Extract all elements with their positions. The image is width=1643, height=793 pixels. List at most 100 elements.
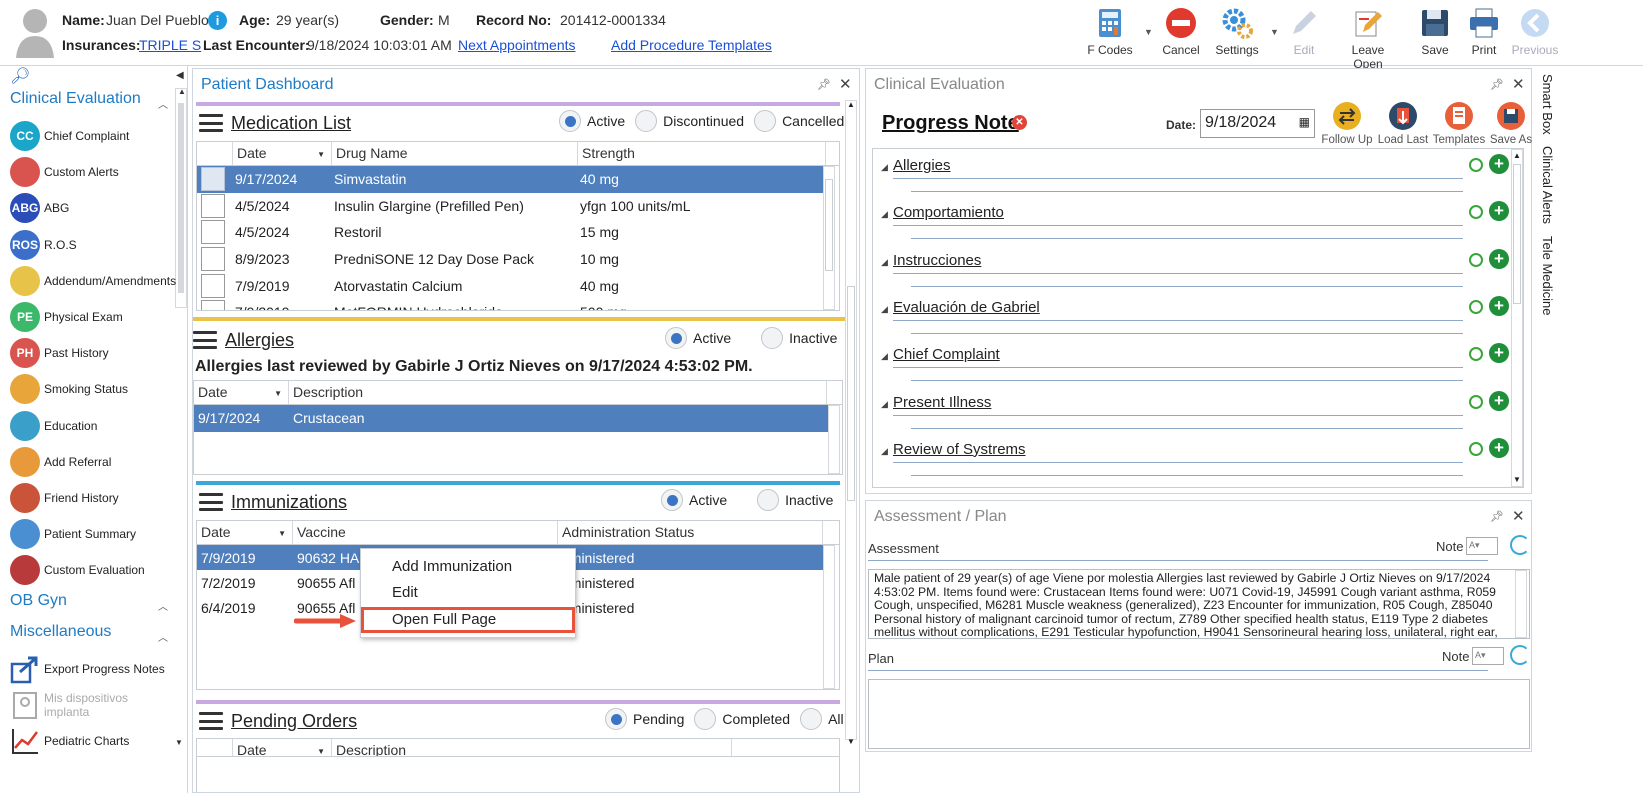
sidebar-item-patient-summary[interactable]: Patient Summary <box>10 516 175 552</box>
col-description[interactable]: Description <box>332 739 732 756</box>
radio-active[interactable] <box>661 489 683 511</box>
save-as-button[interactable]: Save As <box>1482 101 1540 146</box>
assessment-scrollbar[interactable] <box>1515 570 1527 638</box>
immunizations-scrollbar[interactable] <box>823 545 835 689</box>
radio-pending[interactable] <box>605 708 627 730</box>
chevron-up-icon[interactable]: ︿ <box>158 96 168 111</box>
col-date[interactable]: Date ▼ <box>197 521 293 544</box>
alarm-clock-icon[interactable] <box>1469 252 1483 267</box>
pending-orders-title[interactable]: Pending Orders <box>231 711 357 732</box>
allergies-title[interactable]: Allergies <box>225 330 294 351</box>
radio-completed[interactable] <box>694 708 717 730</box>
clinical-section-title[interactable]: Allergies <box>893 157 951 174</box>
table-row[interactable]: 7/9/2019MetFORMIN Hydrochloride500 mg <box>197 299 823 310</box>
alarm-clock-icon[interactable] <box>1469 441 1483 456</box>
menu-item-add-immunization[interactable]: Add Immunization <box>361 555 575 579</box>
row-checkbox[interactable] <box>201 193 225 218</box>
add-icon[interactable]: + <box>1489 154 1509 174</box>
radio-discontinued[interactable] <box>635 110 658 132</box>
row-checkbox[interactable] <box>201 247 225 272</box>
menu-item-edit[interactable]: Edit <box>361 581 575 605</box>
add-icon[interactable]: + <box>1489 437 1509 458</box>
menu-icon[interactable] <box>199 114 223 132</box>
alarm-clock-icon[interactable] <box>1469 347 1483 362</box>
immunizations-title[interactable]: Immunizations <box>231 492 347 513</box>
settings-button[interactable]: Settings <box>1205 4 1269 62</box>
close-icon[interactable]: ✕ <box>839 75 852 93</box>
clinical-section-title[interactable]: Comportamiento <box>893 204 1004 221</box>
alarm-clock-icon[interactable] <box>1469 158 1483 172</box>
clinical-section-title[interactable]: Evaluación de Gabriel <box>893 299 1040 316</box>
fcodes-button[interactable]: F Codes <box>1078 4 1142 62</box>
scroll-up-icon[interactable]: ▲ <box>178 87 186 96</box>
follow-up-button[interactable]: Follow Up <box>1318 101 1376 146</box>
scroll-up-icon[interactable]: ▲ <box>1513 151 1521 160</box>
collapse-triangle-icon[interactable]: ◢ <box>881 351 888 362</box>
date-field[interactable]: 9/18/2024 ▦ <box>1200 109 1315 138</box>
next-appointments-link[interactable]: Next Appointments <box>458 37 576 53</box>
col-description[interactable]: Description <box>289 381 827 404</box>
pin-icon[interactable]: 📌︎ <box>1490 510 1504 523</box>
col-administration-status[interactable]: Administration Status <box>558 521 823 544</box>
tab-smart-box[interactable]: Smart Box <box>1540 74 1555 135</box>
menu-icon[interactable] <box>193 331 217 349</box>
load-last-button[interactable]: Load Last <box>1374 101 1432 146</box>
clinical-section-title[interactable]: Chief Complaint <box>893 346 1000 363</box>
clinical-section-title[interactable]: Instrucciones <box>893 252 981 269</box>
sidebar-item-custom-alerts[interactable]: Custom Alerts <box>10 154 175 190</box>
medication-scrollbar[interactable] <box>823 166 835 310</box>
alarm-clock-icon[interactable] <box>1469 205 1483 220</box>
col-strength[interactable]: Strength <box>578 142 826 165</box>
refresh-icon[interactable] <box>1510 645 1530 665</box>
alarm-clock-icon[interactable] <box>1469 299 1483 314</box>
add-icon[interactable]: + <box>1489 295 1509 316</box>
collapse-triangle-icon[interactable]: ◢ <box>881 446 888 457</box>
templates-button[interactable]: Templates <box>1430 101 1488 146</box>
table-row[interactable]: 8/9/2023 PredniSONE 12 Day Dose Pack 10 mg <box>197 246 823 273</box>
scroll-down-icon[interactable]: ▼ <box>847 737 855 746</box>
sidebar-item-pediatric-charts[interactable]: Pediatric Charts <box>10 723 175 759</box>
sidebar-item-abg[interactable]: ABG ABG <box>10 190 175 226</box>
section-clinical-evaluation[interactable]: Clinical Evaluation <box>10 90 141 108</box>
radio-cancelled[interactable] <box>754 110 777 132</box>
scroll-up-icon[interactable]: ▲ <box>847 100 855 109</box>
leave-open-button[interactable]: Leave Open <box>1336 4 1400 71</box>
assessment-textarea[interactable]: Male patient of 29 year(s) of age Viene … <box>868 569 1530 639</box>
col-date[interactable]: Date ▼ <box>194 381 289 404</box>
table-row[interactable]: 4/5/2024 Insulin Glargine (Prefilled Pen)… <box>197 193 823 220</box>
sidebar-item-custom-evaluation[interactable]: Custom Evaluation <box>10 552 175 588</box>
chevron-up-icon[interactable]: ︿ <box>158 598 168 613</box>
radio-active[interactable] <box>559 110 581 132</box>
calendar-icon[interactable]: ▦ <box>1299 115 1310 129</box>
sidebar-item-smoking-status[interactable]: Smoking Status <box>10 371 175 407</box>
medication-list-title[interactable]: Medication List <box>231 113 351 134</box>
scroll-down-icon[interactable]: ▼ <box>175 738 183 747</box>
section-ob-gyn[interactable]: OB Gyn <box>10 592 67 610</box>
menu-icon[interactable] <box>199 712 223 730</box>
col-date[interactable]: Date ▼ <box>233 739 332 756</box>
table-row[interactable]: 9/17/2024 Crustacean <box>194 405 828 432</box>
radio-active[interactable] <box>665 327 687 349</box>
collapse-triangle-icon[interactable]: ◢ <box>881 399 888 410</box>
sidebar-item-r-o-s[interactable]: ROS R.O.S <box>10 227 175 263</box>
collapse-triangle-icon[interactable]: ◢ <box>881 162 888 173</box>
sidebar-item-export-progress-notes[interactable]: Export Progress Notes <box>10 651 175 687</box>
collapse-triangle-icon[interactable]: ◢ <box>881 304 888 315</box>
clinical-section-title[interactable]: Present Illness <box>893 394 991 411</box>
menu-icon[interactable] <box>199 493 223 511</box>
table-row[interactable]: 9/17/2024 Simvastatin 40 mg <box>197 166 823 193</box>
dashboard-scrollbar[interactable] <box>845 100 857 740</box>
row-checkbox[interactable] <box>201 220 225 245</box>
sidebar-item-education[interactable]: Education <box>10 408 175 444</box>
col-date[interactable]: Date ▼ <box>233 142 332 165</box>
refresh-icon[interactable] <box>1510 535 1530 555</box>
remove-icon[interactable]: ✕ <box>1012 115 1027 130</box>
add-icon[interactable]: + <box>1489 201 1509 222</box>
collapse-triangle-icon[interactable]: ◢ <box>881 209 888 220</box>
sidebar-item-past-history[interactable]: PH Past History <box>10 335 175 371</box>
search-icon[interactable]: 🔎︎ <box>10 66 30 86</box>
alarm-clock-icon[interactable] <box>1469 394 1483 409</box>
table-row[interactable]: 4/5/2024 Restoril 15 mg <box>197 219 823 246</box>
edit-button[interactable]: Edit <box>1272 4 1336 62</box>
radio-all[interactable] <box>800 708 823 730</box>
